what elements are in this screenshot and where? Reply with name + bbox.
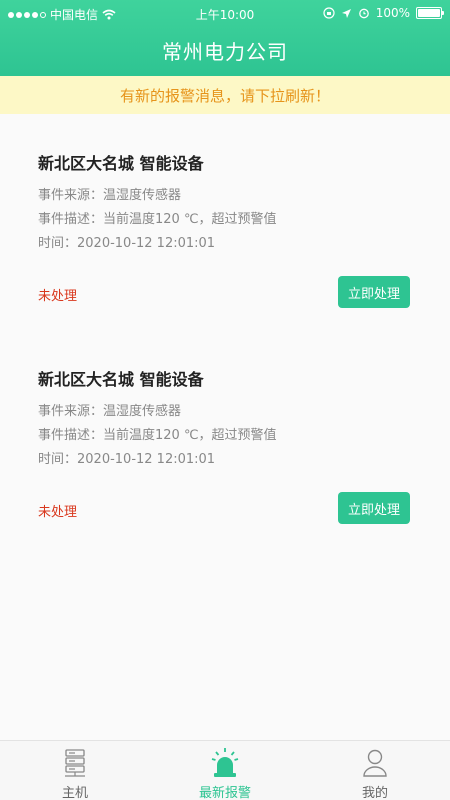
tab-label: 最新报警 — [198, 786, 251, 800]
tab-host[interactable]: 主机 — [0, 741, 150, 800]
alert-card: 新北区大名城 智能设备 事件来源：温湿度传感器 事件描述：当前温度120 ℃，超… — [0, 114, 450, 330]
alert-title: 新北区大名城 智能设备 — [38, 370, 204, 389]
rotation-lock-icon — [323, 7, 335, 19]
app-header: 中国电信 上午10:00 100% 常州电力公司 — [0, 0, 450, 76]
handle-now-button[interactable]: 立即处理 — [338, 276, 410, 308]
page-title: 常州电力公司 — [162, 40, 288, 64]
alert-status: 未处理 — [38, 289, 78, 304]
alert-description: 事件描述：当前温度120 ℃，超过预警值 — [38, 428, 277, 443]
alert-list[interactable]: 新北区大名城 智能设备 事件来源：温湿度传感器 事件描述：当前温度120 ℃，超… — [0, 114, 450, 546]
battery-icon — [416, 7, 444, 19]
alert-status: 未处理 — [38, 505, 78, 520]
alarm-light-icon — [211, 748, 239, 777]
alert-card: 新北区大名城 智能设备 事件来源：温湿度传感器 事件描述：当前温度120 ℃，超… — [0, 330, 450, 546]
banner-text: 有新的报警消息，请下拉刷新！ — [119, 86, 330, 105]
server-icon — [65, 749, 85, 777]
alert-source: 事件来源：温湿度传感器 — [38, 188, 182, 203]
user-icon — [363, 749, 387, 777]
tab-mine[interactable]: 我的 — [300, 741, 450, 800]
alarm-clock-icon — [358, 8, 369, 19]
tab-label: 我的 — [361, 786, 388, 800]
status-bar: 中国电信 上午10:00 100% — [0, 0, 450, 28]
tab-latest-alarms[interactable]: 最新报警 — [150, 741, 300, 800]
battery-fill — [418, 9, 440, 17]
alert-time: 时间：2020-10-12 12:01:01 — [38, 452, 216, 467]
new-alert-banner: 有新的报警消息，请下拉刷新！ — [0, 76, 450, 114]
alert-source: 事件来源：温湿度传感器 — [38, 404, 182, 419]
status-right: 100% — [323, 6, 444, 20]
battery-percent: 100% — [375, 6, 410, 20]
location-arrow-icon — [341, 8, 351, 18]
tab-label: 主机 — [61, 786, 88, 800]
alert-title: 新北区大名城 智能设备 — [38, 154, 204, 173]
handle-now-button[interactable]: 立即处理 — [338, 492, 410, 524]
bottom-tab-bar: 主机 最新报警 我的 — [0, 740, 450, 800]
alert-time: 时间：2020-10-12 12:01:01 — [38, 236, 216, 251]
alert-description: 事件描述：当前温度120 ℃，超过预警值 — [38, 212, 277, 227]
